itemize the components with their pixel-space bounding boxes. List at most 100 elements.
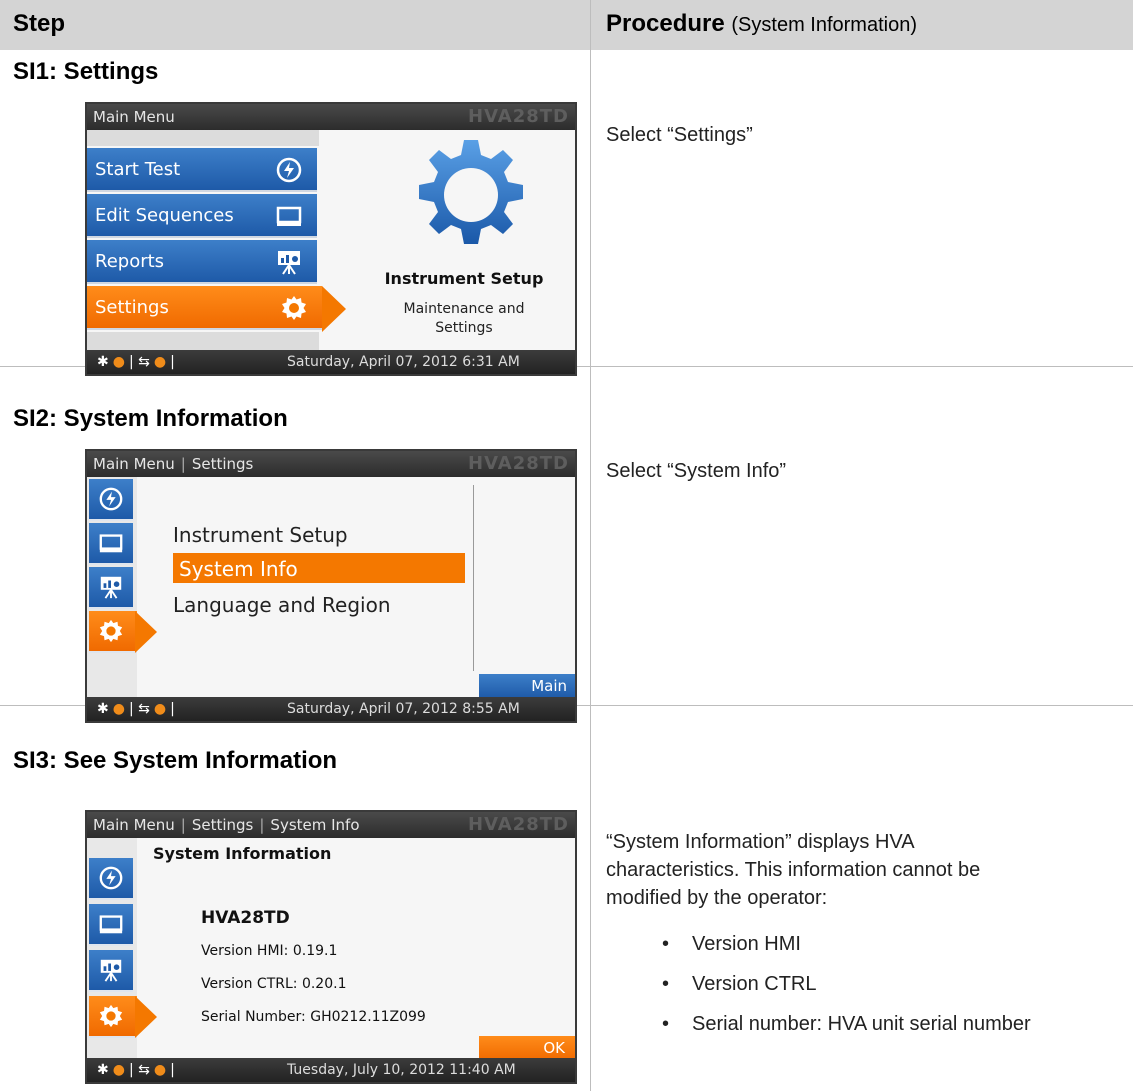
brand-label: HVA28TD	[468, 106, 569, 127]
bluetooth-icon: ✱	[97, 701, 109, 717]
selection-arrow	[135, 996, 157, 1038]
side-start-test-button[interactable]	[89, 858, 133, 900]
settings-item-instrument-setup[interactable]: Instrument Setup	[173, 523, 348, 547]
side-reports-button[interactable]	[89, 950, 133, 992]
settings-item-language-region[interactable]: Language and Region	[173, 593, 391, 617]
step-title-si1: SI1: Settings	[13, 58, 159, 85]
status-icons: ✱ ● | ⇆ ● |	[97, 701, 175, 717]
side-nav	[87, 477, 157, 697]
settings-item-system-info[interactable]: System Info	[179, 557, 298, 581]
device-screen-system-info: Main Menu | Settings | System Info HVA28TD S…	[85, 810, 577, 1084]
menu-top-strip	[87, 130, 319, 146]
screen-statusbar: ✱ ● | ⇆ ● | Tuesday, July 10, 2012 11:40 AM	[87, 1058, 575, 1082]
procedure-column-header: Procedure (System Information)	[606, 10, 917, 38]
procedure-line: “System Information” displays HVA	[606, 831, 915, 853]
screen-statusbar: ✱ ● | ⇆ ● | Saturday, April 07, 2012 6:31 AM	[87, 350, 575, 374]
side-edit-sequences-button[interactable]	[89, 904, 133, 946]
selection-arrow	[135, 611, 157, 653]
side-nav	[87, 838, 157, 1058]
breadcrumb-settings: Settings	[191, 455, 254, 473]
step-column-header: Step	[13, 10, 66, 37]
list-item: Version HMI	[606, 924, 1031, 964]
screen-titlebar: Main Menu | Settings HVA28TD	[87, 451, 575, 477]
status-date: Saturday, April 07, 2012 6:31 AM	[287, 354, 520, 370]
brand-label: HVA28TD	[468, 453, 569, 474]
presentation-chart-icon	[100, 576, 122, 599]
status-date: Tuesday, July 10, 2012 11:40 AM	[287, 1062, 516, 1078]
device-screen-settings: Main Menu | Settings HVA28TD Instrument Se…	[85, 449, 577, 723]
monitor-icon	[276, 206, 302, 226]
serial-number: Serial Number: GH0212.11Z099	[201, 1009, 426, 1025]
list-item: Version CTRL	[606, 964, 1031, 1004]
presentation-chart-icon	[100, 959, 122, 982]
brand-label: HVA28TD	[468, 814, 569, 835]
side-reports-button[interactable]	[89, 567, 133, 609]
bluetooth-icon: ✱	[97, 354, 109, 370]
system-info-heading: System Information	[153, 844, 332, 863]
breadcrumb-main-menu: Main Menu	[93, 816, 175, 834]
menu-item-edit-sequences[interactable]: Edit Sequences	[87, 194, 317, 238]
presentation-chart-icon	[278, 251, 300, 275]
selection-arrow	[322, 286, 346, 332]
status-icons: ✱ ● | ⇆ ● |	[97, 1062, 175, 1078]
lightning-icon	[99, 487, 123, 511]
side-start-test-button[interactable]	[89, 479, 133, 521]
usb-icon: ⇆	[138, 701, 150, 717]
device-screen-main-menu: Main Menu HVA28TD Start Test Edit Sequen…	[85, 102, 577, 376]
version-hmi: Version HMI: 0.19.1	[201, 943, 338, 959]
gear-icon	[99, 619, 123, 643]
menu-item-reports[interactable]: Reports	[87, 240, 317, 284]
panel-divider	[473, 485, 474, 671]
panel-subtitle-line: Maintenance and	[403, 301, 525, 317]
procedure-header-sub: (System Information)	[731, 14, 917, 36]
side-settings-button[interactable]	[89, 611, 137, 653]
side-settings-button[interactable]	[89, 996, 137, 1038]
monitor-icon	[99, 534, 123, 553]
column-divider	[590, 0, 591, 1091]
procedure-header-label: Procedure	[606, 10, 725, 37]
menu-item-label: Reports	[95, 251, 165, 272]
breadcrumb-system-info: System Info	[270, 816, 360, 834]
lightning-icon	[276, 157, 302, 183]
side-edit-sequences-button[interactable]	[89, 523, 133, 565]
procedure-line: modified by the operator:	[606, 887, 828, 909]
screen-titlebar: Main Menu | Settings | System Info HVA28TD	[87, 812, 575, 838]
status-icons: ✱ ● | ⇆ ● |	[97, 354, 175, 370]
bluetooth-icon: ✱	[97, 1062, 109, 1078]
menu-item-settings[interactable]: Settings	[87, 286, 322, 330]
gear-icon	[99, 1004, 123, 1028]
menu-item-label: Start Test	[95, 159, 181, 180]
characteristics-list: Version HMI Version CTRL Serial number: …	[606, 924, 1031, 1044]
status-date: Saturday, April 07, 2012 8:55 AM	[287, 701, 520, 717]
usb-icon: ⇆	[138, 1062, 150, 1078]
model-name: HVA28TD	[201, 908, 290, 928]
gear-icon	[282, 296, 306, 320]
panel-subtitle-line: Settings	[435, 320, 493, 336]
screen-titlebar: Main Menu HVA28TD	[87, 104, 575, 130]
usb-icon: ⇆	[138, 354, 150, 370]
lightning-icon	[99, 866, 123, 890]
procedure-si3: “System Information” displays HVA charac…	[606, 828, 1031, 1044]
main-button[interactable]: Main	[479, 674, 575, 698]
procedure-si2: Select “System Info”	[606, 460, 787, 482]
panel-subtitle: Maintenance and Settings	[349, 300, 575, 338]
breadcrumb-settings: Settings	[191, 816, 254, 834]
step-title-si2: SI2: System Information	[13, 405, 288, 432]
list-item: Serial number: HVA unit serial number	[606, 1004, 1031, 1044]
procedure-si1: Select “Settings”	[606, 124, 753, 146]
step-title-si3: SI3: See System Information	[13, 747, 338, 774]
screen-statusbar: ✱ ● | ⇆ ● | Saturday, April 07, 2012 8:55 AM	[87, 697, 575, 721]
menu-item-label: Edit Sequences	[95, 205, 234, 226]
menu-bottom-strip	[87, 332, 319, 352]
panel-title: Instrument Setup	[384, 269, 544, 288]
menu-item-label: Settings	[95, 297, 169, 318]
menu-item-start-test[interactable]: Start Test	[87, 148, 317, 192]
breadcrumb-main-menu: Main Menu	[93, 455, 175, 473]
monitor-icon	[99, 915, 123, 934]
gear-icon	[419, 140, 523, 244]
version-ctrl: Version CTRL: 0.20.1	[201, 976, 347, 992]
table-header: Step Procedure (System Information)	[0, 0, 1133, 50]
procedure-line: characteristics. This information cannot…	[606, 859, 981, 881]
ok-button[interactable]: OK	[479, 1036, 575, 1060]
breadcrumb-main-menu: Main Menu	[93, 108, 175, 126]
